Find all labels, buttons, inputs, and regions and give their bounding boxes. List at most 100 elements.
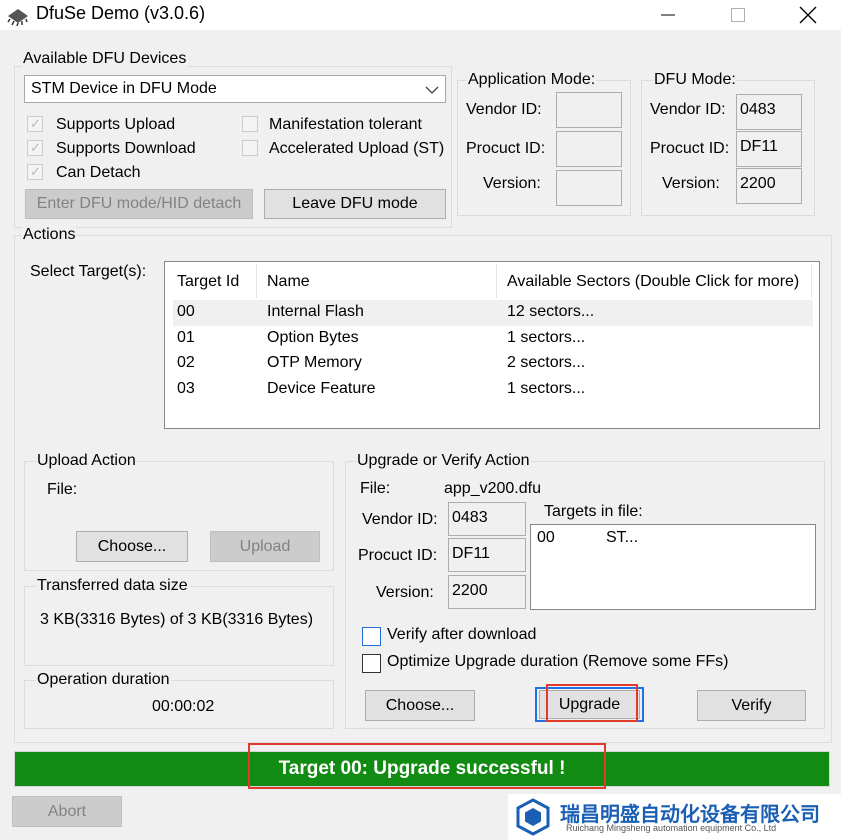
target-name: Internal Flash	[267, 303, 364, 320]
targets-in-file-label: Targets in file:	[544, 503, 643, 520]
dfu-vendor-id-label: Vendor ID:	[650, 101, 726, 118]
column-divider	[256, 264, 257, 298]
transferred-data-value: 3 KB(3316 Bytes) of 3 KB(3316 Bytes)	[40, 611, 314, 628]
leave-dfu-mode-button[interactable]: Leave DFU mode	[264, 189, 446, 219]
operation-duration-label: Operation duration	[36, 671, 171, 689]
verify-button[interactable]: Verify	[697, 690, 806, 721]
upgrade-product-id-label: Procuct ID:	[358, 547, 438, 564]
dfu-mode-label: DFU Mode:	[653, 71, 737, 89]
target-name: Device Feature	[267, 380, 376, 397]
transferred-data-label: Transferred data size	[36, 577, 189, 595]
app-vendor-id-field	[556, 92, 622, 128]
can-detach-label: Can Detach	[56, 164, 141, 181]
device-select[interactable]: STM Device in DFU Mode	[24, 75, 446, 103]
maximize-button[interactable]	[716, 0, 760, 30]
supports-upload-label: Supports Upload	[56, 116, 176, 133]
target-sectors: 1 sectors...	[507, 380, 586, 397]
verify-after-download-checkbox[interactable]	[362, 627, 381, 646]
operation-duration-value: 00:00:02	[152, 698, 215, 715]
optimize-upgrade-label: Optimize Upgrade duration (Remove some F…	[387, 653, 729, 670]
file-target-name: ST...	[606, 529, 639, 546]
column-header-name[interactable]: Name	[267, 273, 310, 291]
minimize-button[interactable]	[646, 0, 690, 30]
supports-download-checkbox[interactable]: ✓	[27, 140, 43, 156]
close-button[interactable]	[786, 0, 830, 30]
upgrade-choose-button[interactable]: Choose...	[365, 690, 475, 721]
target-row[interactable]: 01 Option Bytes 1 sectors...	[173, 326, 813, 352]
accelerated-upload-label: Accelerated Upload (ST)	[269, 140, 445, 157]
company-name-en: Ruichang Mingsheng automation equipment …	[566, 823, 777, 833]
select-targets-label: Select Target(s):	[30, 263, 147, 280]
upgrade-version-field: 2200	[448, 575, 526, 609]
column-divider	[811, 264, 812, 298]
target-id: 00	[177, 303, 195, 320]
dfu-product-id-field: DF11	[736, 131, 802, 167]
abort-button[interactable]: Abort	[12, 796, 122, 827]
target-id: 03	[177, 380, 195, 397]
status-highlight	[248, 743, 606, 789]
manifestation-tolerant-checkbox[interactable]	[242, 116, 258, 132]
dfu-version-label: Version:	[662, 175, 720, 192]
upgrade-product-id-field: DF11	[448, 538, 526, 572]
column-header-target-id[interactable]: Target Id	[177, 273, 239, 291]
app-product-id-field	[556, 131, 622, 167]
column-divider	[496, 264, 497, 298]
accelerated-upload-checkbox[interactable]	[242, 140, 258, 156]
app-vendor-id-label: Vendor ID:	[466, 101, 542, 118]
maximize-icon	[731, 8, 745, 22]
checkmark-icon: ✓	[30, 116, 41, 131]
app-version-field	[556, 170, 622, 206]
hexagon-logo-icon	[516, 798, 550, 836]
verify-after-download-label: Verify after download	[387, 626, 537, 643]
target-row[interactable]: 02 OTP Memory 2 sectors...	[173, 351, 813, 377]
actions-label: Actions	[22, 226, 77, 244]
dfu-version-field: 2200	[736, 168, 802, 204]
upload-choose-button[interactable]: Choose...	[76, 531, 188, 562]
upload-file-label: File:	[47, 481, 78, 498]
checkmark-icon: ✓	[30, 164, 41, 179]
upgrade-file-label: File:	[360, 480, 391, 497]
upload-button[interactable]: Upload	[210, 531, 320, 562]
chevron-down-icon	[425, 86, 439, 94]
target-name: OTP Memory	[267, 354, 362, 371]
supports-upload-checkbox[interactable]: ✓	[27, 116, 43, 132]
app-product-id-label: Procuct ID:	[466, 140, 546, 157]
upgrade-version-label: Version:	[376, 584, 434, 601]
target-sectors: 1 sectors...	[507, 329, 586, 346]
target-row[interactable]: 03 Device Feature 1 sectors...	[173, 377, 813, 403]
target-sectors: 2 sectors...	[507, 354, 586, 371]
upload-action-label: Upload Action	[36, 452, 137, 470]
minimize-icon	[661, 14, 675, 16]
target-row[interactable]: 00 Internal Flash 12 sectors...	[173, 300, 813, 326]
optimize-upgrade-checkbox[interactable]	[362, 654, 381, 673]
manifestation-tolerant-label: Manifestation tolerant	[269, 116, 422, 133]
upgrade-vendor-id-label: Vendor ID:	[362, 511, 438, 528]
close-icon	[799, 6, 817, 24]
watermark: 瑞昌明盛自动化设备有限公司 Ruichang Mingsheng automat…	[508, 794, 841, 840]
title-bar: DfuSe Demo (v3.0.6)	[0, 0, 841, 30]
can-detach-checkbox[interactable]: ✓	[27, 164, 43, 180]
upgrade-vendor-id-field: 0483	[448, 502, 526, 536]
upgrade-verify-label: Upgrade or Verify Action	[356, 452, 531, 470]
upgrade-button-highlight	[546, 684, 638, 722]
app-version-label: Version:	[483, 175, 541, 192]
dfu-product-id-label: Procuct ID:	[650, 140, 730, 157]
target-sectors: 12 sectors...	[507, 303, 595, 320]
column-header-sectors[interactable]: Available Sectors (Double Click for more…	[507, 273, 799, 291]
device-select-value: STM Device in DFU Mode	[31, 80, 217, 97]
checkmark-icon: ✓	[30, 140, 41, 155]
target-id: 02	[177, 354, 195, 371]
enter-dfu-mode-button[interactable]: Enter DFU mode/HID detach	[25, 189, 253, 219]
supports-download-label: Supports Download	[56, 140, 196, 157]
file-target-id: 00	[537, 529, 555, 546]
application-mode-label: Application Mode:	[467, 71, 597, 89]
target-id: 01	[177, 329, 195, 346]
target-name: Option Bytes	[267, 329, 359, 346]
dfu-vendor-id-field: 0483	[736, 94, 802, 130]
window-title: DfuSe Demo (v3.0.6)	[36, 3, 206, 23]
targets-list[interactable]: Target Id Name Available Sectors (Double…	[164, 261, 820, 429]
upgrade-file-name: app_v200.dfu	[444, 480, 541, 497]
available-dfu-devices-label: Available DFU Devices	[22, 50, 188, 68]
targets-in-file-list[interactable]: 00 ST...	[530, 524, 816, 610]
chip-icon	[7, 9, 28, 26]
